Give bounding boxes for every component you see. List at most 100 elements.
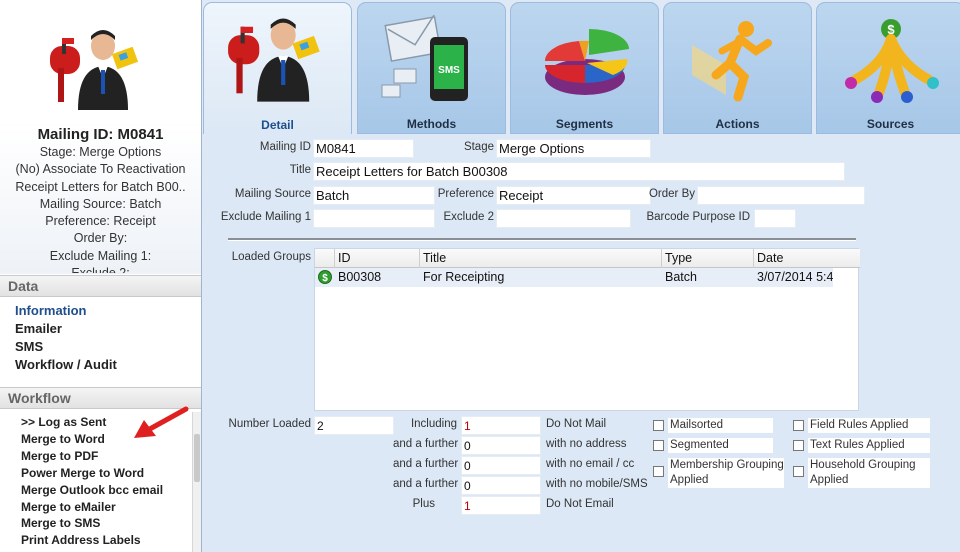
- table-header: ID Title Type Date: [315, 249, 860, 268]
- svg-text:$: $: [322, 273, 328, 284]
- further-1-desc: with no address: [546, 438, 627, 450]
- including-field[interactable]: 1: [461, 416, 541, 435]
- plus-desc: Do Not Email: [546, 498, 614, 510]
- mailing-id-label: Mailing ID: [259, 141, 311, 153]
- dollar-status-icon: $: [318, 270, 332, 284]
- barcode-purpose-field[interactable]: [754, 209, 796, 228]
- money-fountain-icon: $: [845, 19, 939, 103]
- text-rules-checkbox[interactable]: [793, 440, 804, 451]
- table-row[interactable]: $ B00308 For Receipting Batch 3/07/2014 …: [315, 268, 833, 287]
- summary-reactivation: (No) Associate To Reactivation: [15, 162, 186, 177]
- membership-grouping-label: Membership Grouping Applied: [668, 458, 784, 488]
- title-field[interactable]: Receipt Letters for Batch B00308: [313, 162, 845, 181]
- data-section-header[interactable]: Data: [0, 275, 201, 297]
- pie-chart-icon: [544, 29, 629, 95]
- nav-information[interactable]: Information: [0, 302, 201, 320]
- membership-grouping-line2: Applied: [670, 474, 709, 486]
- loaded-groups-label: Loaded Groups: [231, 251, 311, 263]
- running-figure-icon: [692, 21, 772, 102]
- tab-actions-label: Actions: [715, 117, 760, 131]
- tab-bar: Detail SMS Methods Segments Actions $ So…: [203, 0, 960, 134]
- workflow-merge-to-emailer[interactable]: Merge to eMailer: [0, 499, 201, 516]
- mailing-id-field[interactable]: M0841: [313, 139, 414, 158]
- household-grouping-line1: Household Grouping: [810, 459, 916, 471]
- column-title[interactable]: Title: [419, 249, 661, 268]
- tab-sources-label: Sources: [866, 117, 915, 131]
- loaded-groups-table[interactable]: ID Title Type Date $ B00308 For Receipti…: [314, 248, 860, 411]
- segmented-checkbox[interactable]: [653, 440, 664, 451]
- tab-detail[interactable]: Detail: [203, 2, 352, 134]
- summary-source: Mailing Source: Batch: [39, 196, 162, 211]
- data-nav-list: Information Emailer SMS Workflow / Audit: [0, 302, 201, 374]
- further-2-desc: with no email / cc: [546, 458, 635, 470]
- household-grouping-label: Household Grouping Applied: [808, 458, 930, 488]
- workflow-scrollbar[interactable]: [192, 412, 201, 552]
- tab-methods-label: Methods: [406, 117, 457, 131]
- row-date: 3/07/2014 5:4: [757, 270, 833, 284]
- sms-icon-text: SMS: [438, 65, 460, 76]
- nav-sms[interactable]: SMS: [0, 338, 201, 356]
- section-divider: [228, 238, 856, 241]
- summary-preference: Preference: Receipt: [45, 214, 156, 229]
- number-loaded-field[interactable]: 2: [314, 416, 394, 435]
- summary-exclude2: Exclude 2:: [71, 266, 130, 274]
- further-3-desc: with no mobile/SMS: [546, 478, 648, 490]
- field-rules-checkbox[interactable]: [793, 420, 804, 431]
- further-2-label: and a further: [393, 458, 459, 470]
- membership-grouping-checkbox[interactable]: [653, 466, 664, 477]
- household-grouping-checkbox[interactable]: [793, 466, 804, 477]
- preference-field[interactable]: Receipt: [496, 186, 651, 205]
- preference-label: Preference: [437, 188, 494, 200]
- number-loaded-label: Number Loaded: [228, 418, 311, 430]
- mailing-source-field[interactable]: Batch: [313, 186, 435, 205]
- workflow-power-merge-to-word[interactable]: Power Merge to Word: [0, 465, 201, 482]
- workflow-merge-outlook-bcc[interactable]: Merge Outlook bcc email: [0, 482, 201, 499]
- mailing-source-label: Mailing Source: [234, 188, 311, 200]
- barcode-purpose-label: Barcode Purpose ID: [646, 211, 750, 223]
- sidebar: Mailing ID: M0841 Stage: Merge Options (…: [0, 0, 202, 552]
- summary-stage: Stage: Merge Options: [39, 145, 162, 159]
- tab-segments-label: Segments: [555, 117, 614, 131]
- stage-field[interactable]: Merge Options: [496, 139, 651, 158]
- exclude-2-label: Exclude 2: [443, 211, 494, 223]
- further-1-field[interactable]: 0: [461, 436, 541, 455]
- detail-panel: Mailing ID M0841 Stage Merge Options Tit…: [203, 134, 960, 552]
- tab-segments[interactable]: Segments: [510, 2, 659, 134]
- workflow-merge-to-sms[interactable]: Merge to SMS: [0, 515, 201, 532]
- field-rules-label: Field Rules Applied: [808, 418, 930, 433]
- further-2-field[interactable]: 0: [461, 456, 541, 475]
- mailing-avatar-icon: [48, 28, 148, 110]
- workflow-print-address-labels[interactable]: Print Address Labels: [0, 532, 201, 549]
- annotation-arrow-icon: [134, 406, 189, 438]
- plus-field[interactable]: 1: [461, 496, 541, 515]
- summary-order-by: Order By:: [73, 231, 128, 246]
- nav-emailer[interactable]: Emailer: [0, 320, 201, 338]
- exclude-2-field[interactable]: [496, 209, 631, 228]
- stage-label: Stage: [463, 141, 494, 153]
- exclude-mailing-1-field[interactable]: [313, 209, 435, 228]
- further-3-label: and a further: [393, 478, 459, 490]
- tab-detail-label: Detail: [261, 118, 294, 132]
- envelope-phone-icon: SMS: [381, 15, 468, 101]
- title-label: Title: [289, 164, 311, 176]
- text-rules-label: Text Rules Applied: [808, 438, 930, 453]
- tab-actions[interactable]: Actions: [663, 2, 812, 134]
- mailbox-person-icon: [228, 18, 320, 102]
- tab-sources[interactable]: $ Sources: [816, 2, 960, 134]
- tab-methods[interactable]: SMS Methods: [357, 2, 506, 134]
- summary-title: Receipt Letters for Batch B00..: [15, 179, 186, 194]
- column-id[interactable]: ID: [334, 249, 419, 268]
- nav-workflow-audit[interactable]: Workflow / Audit: [0, 356, 201, 374]
- workflow-merge-to-pdf[interactable]: Merge to PDF: [0, 448, 201, 465]
- including-desc: Do Not Mail: [546, 418, 607, 430]
- mailsorted-checkbox[interactable]: [653, 420, 664, 431]
- column-date[interactable]: Date: [753, 249, 833, 268]
- exclude-mailing-1-label: Exclude Mailing 1: [220, 211, 311, 223]
- mailsorted-label: Mailsorted: [668, 418, 773, 433]
- column-type[interactable]: Type: [661, 249, 753, 268]
- scrollbar-thumb[interactable]: [194, 434, 200, 482]
- further-1-label: and a further: [393, 438, 459, 450]
- order-by-field[interactable]: [697, 186, 865, 205]
- further-3-field[interactable]: 0: [461, 476, 541, 495]
- row-id: B00308: [338, 270, 382, 284]
